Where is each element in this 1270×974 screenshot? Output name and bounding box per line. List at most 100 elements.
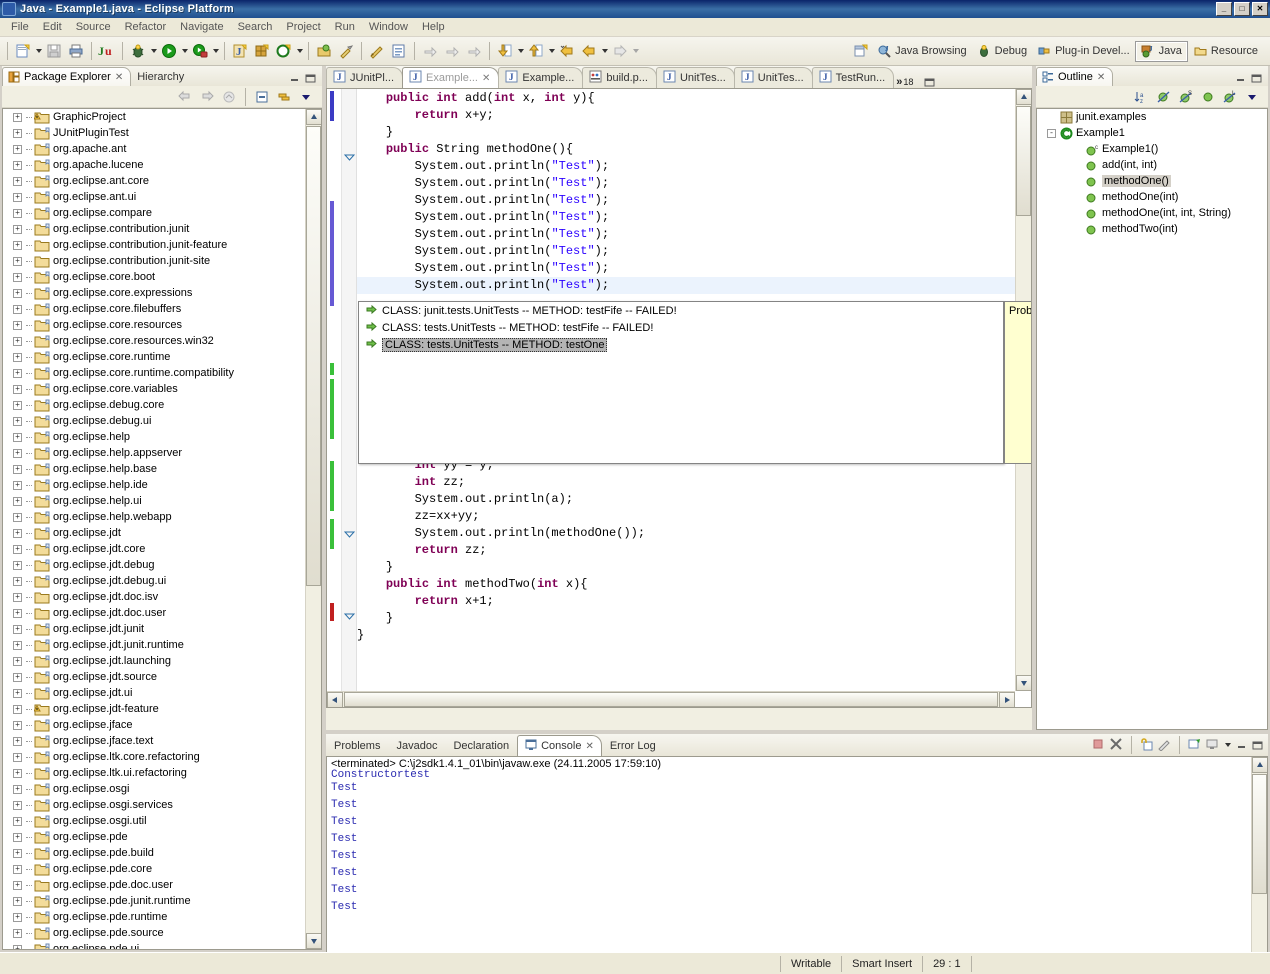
- view-menu-icon[interactable]: [296, 88, 316, 106]
- package-tree-item[interactable]: + GraphicProject: [3, 109, 321, 125]
- link-with-editor-icon[interactable]: [274, 88, 294, 106]
- print-icon[interactable]: [65, 40, 87, 62]
- expand-icon[interactable]: +: [13, 240, 22, 250]
- expand-icon[interactable]: +: [13, 400, 22, 410]
- run-dropdown-arrow[interactable]: [180, 40, 189, 62]
- editor-tab-overflow[interactable]: » 18: [893, 76, 916, 88]
- perspective-plugin-development[interactable]: Plug-in Devel...: [1032, 41, 1135, 62]
- package-tree-item[interactable]: + org.eclipse.pde.doc.user: [3, 877, 321, 893]
- console-tab[interactable]: Console ✕: [517, 735, 602, 756]
- package-tree-item[interactable]: + org.eclipse.pde.junit.runtime: [3, 893, 321, 909]
- debug-icon[interactable]: [127, 40, 149, 62]
- package-tree-item[interactable]: + org.eclipse.jdt.core: [3, 541, 321, 557]
- next-annotation-icon[interactable]: [494, 40, 516, 62]
- package-tree-item[interactable]: + org.eclipse.pde: [3, 829, 321, 845]
- package-tree-item[interactable]: + org.eclipse.jdt-feature: [3, 701, 321, 717]
- menu-item-refactor[interactable]: Refactor: [118, 19, 174, 35]
- outline-item[interactable]: junit.examples: [1037, 109, 1267, 125]
- package-tree-item[interactable]: + org.eclipse.core.expressions: [3, 285, 321, 301]
- package-tree-item[interactable]: + org.eclipse.pde.core: [3, 861, 321, 877]
- expand-icon[interactable]: +: [13, 736, 22, 746]
- maximize-button[interactable]: □: [1234, 2, 1250, 16]
- package-tree-item[interactable]: + org.eclipse.core.boot: [3, 269, 321, 285]
- hide-fields-icon[interactable]: [1154, 88, 1174, 106]
- package-tree-item[interactable]: + org.eclipse.contribution.junit: [3, 221, 321, 237]
- junit-icon[interactable]: Ju: [96, 40, 118, 62]
- new-java-project-icon[interactable]: J: [229, 40, 251, 62]
- expand-icon[interactable]: +: [13, 752, 22, 762]
- save-icon[interactable]: [43, 40, 65, 62]
- test-results-popup[interactable]: CLASS: junit.tests.UnitTests -- METHOD: …: [358, 301, 1004, 464]
- package-tree-item[interactable]: + org.eclipse.jdt.ui: [3, 685, 321, 701]
- new-package-icon[interactable]: [251, 40, 273, 62]
- scroll-up-button[interactable]: [1252, 757, 1267, 773]
- package-tree-item[interactable]: + org.eclipse.pde.build: [3, 845, 321, 861]
- fold-collapse-icon[interactable]: [343, 152, 356, 166]
- expand-icon[interactable]: +: [13, 256, 22, 266]
- next-edit-icon[interactable]: [463, 40, 485, 62]
- new-class-dropdown-arrow[interactable]: [295, 40, 304, 62]
- package-tree-item[interactable]: + org.eclipse.jface: [3, 717, 321, 733]
- package-tree-item[interactable]: + org.eclipse.jdt.source: [3, 669, 321, 685]
- expand-icon[interactable]: +: [13, 864, 22, 874]
- package-tree-item[interactable]: + org.eclipse.core.resources.win32: [3, 333, 321, 349]
- package-tree-item[interactable]: + org.eclipse.osgi: [3, 781, 321, 797]
- package-tree-item[interactable]: + org.eclipse.help.base: [3, 461, 321, 477]
- display-selected-console-icon[interactable]: [1205, 737, 1220, 754]
- scroll-up-button[interactable]: [306, 109, 321, 125]
- hide-local-types-icon[interactable]: L: [1220, 88, 1240, 106]
- maximize-view-icon[interactable]: [1251, 740, 1264, 751]
- package-tree-item[interactable]: + org.eclipse.core.variables: [3, 381, 321, 397]
- run-external-icon[interactable]: [189, 40, 211, 62]
- package-explorer-tree[interactable]: + GraphicProject + JUnitPluginTest + org.apac…: [2, 108, 322, 950]
- expand-icon[interactable]: +: [13, 304, 22, 314]
- maximize-view-icon[interactable]: [1250, 73, 1263, 84]
- expand-icon[interactable]: +: [13, 912, 22, 922]
- editor-tab[interactable]: J UnitTes...: [733, 67, 813, 88]
- new-wizard-icon[interactable]: [12, 40, 34, 62]
- editor-horizontal-scrollbar[interactable]: [327, 691, 1015, 707]
- editor-tab[interactable]: J JUnitPl...: [326, 67, 404, 88]
- expand-icon[interactable]: +: [13, 624, 22, 634]
- console-tab[interactable]: Declaration: [445, 735, 517, 756]
- expand-icon[interactable]: +: [13, 544, 22, 554]
- hide-non-public-icon[interactable]: [1198, 88, 1218, 106]
- run-icon[interactable]: [158, 40, 180, 62]
- expand-icon[interactable]: +: [13, 352, 22, 362]
- search-icon[interactable]: [335, 40, 357, 62]
- expand-icon[interactable]: +: [13, 928, 22, 938]
- outline-item[interactable]: methodOne(int, int, String): [1037, 205, 1267, 221]
- display-console-arrow[interactable]: [1223, 734, 1232, 756]
- package-tree-item[interactable]: + org.eclipse.pde.ui: [3, 941, 321, 949]
- package-tree-item[interactable]: + org.eclipse.jdt: [3, 525, 321, 541]
- expand-icon[interactable]: +: [13, 384, 22, 394]
- back-history-icon[interactable]: [578, 40, 600, 62]
- perspective-java[interactable]: J Java: [1134, 40, 1188, 62]
- perspective-resource[interactable]: Resource: [1188, 41, 1263, 62]
- scrollbar-thumb[interactable]: [1252, 774, 1267, 894]
- package-tree-item[interactable]: + org.eclipse.jdt.debug: [3, 557, 321, 573]
- outline-tree[interactable]: junit.examples - Example1 c Example1() add(in…: [1036, 108, 1268, 730]
- terminate-icon[interactable]: [1091, 737, 1106, 754]
- forward-icon[interactable]: [609, 40, 631, 62]
- expand-icon[interactable]: +: [13, 176, 22, 186]
- outline-item[interactable]: - Example1: [1037, 125, 1267, 141]
- tab-package-explorer[interactable]: Package Explorer ✕: [2, 67, 132, 86]
- forward-icon[interactable]: [197, 88, 217, 106]
- package-tree-item[interactable]: + org.eclipse.contribution.junit-feature: [3, 237, 321, 253]
- maximize-view-icon[interactable]: [304, 73, 317, 84]
- menu-item-navigate[interactable]: Navigate: [173, 19, 230, 35]
- up-icon[interactable]: [219, 88, 239, 106]
- editor-tab[interactable]: J UnitTes...: [655, 67, 735, 88]
- package-tree-item[interactable]: + org.eclipse.help.ide: [3, 477, 321, 493]
- package-tree-item[interactable]: + org.eclipse.jdt.doc.isv: [3, 589, 321, 605]
- expand-icon[interactable]: +: [13, 816, 22, 826]
- minimize-view-icon[interactable]: [1235, 740, 1248, 751]
- expand-icon[interactable]: +: [13, 416, 22, 426]
- menu-item-help[interactable]: Help: [415, 19, 452, 35]
- code-text-lower[interactable]: int yy = y; int zz; System.out.println(a…: [357, 456, 1015, 691]
- package-tree-item[interactable]: + org.eclipse.core.runtime.compatibility: [3, 365, 321, 381]
- back-icon[interactable]: [175, 88, 195, 106]
- outline-item[interactable]: add(int, int): [1037, 157, 1267, 173]
- expand-icon[interactable]: +: [13, 800, 22, 810]
